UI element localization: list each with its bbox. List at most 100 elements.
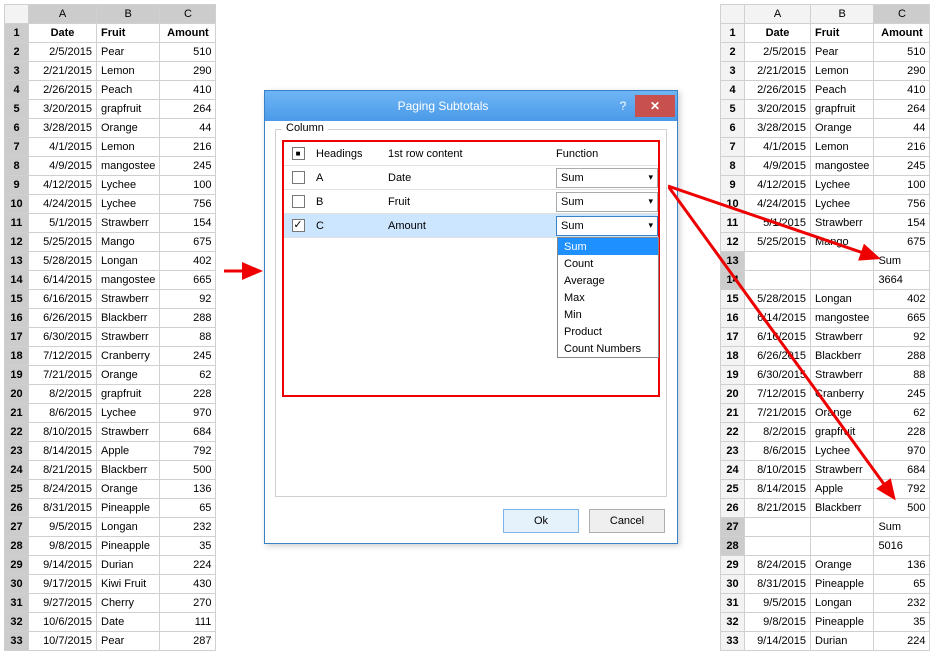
table-row[interactable]: 32/21/2015Lemon290 <box>721 62 930 81</box>
table-row[interactable]: 74/1/2015Lemon216 <box>5 138 216 157</box>
cell-fruit[interactable]: Peach <box>97 81 160 100</box>
table-row[interactable]: 329/8/2015Pineapple35 <box>721 613 930 632</box>
row-hdr[interactable]: 5 <box>721 100 745 119</box>
cell-amount[interactable]: 65 <box>160 499 216 518</box>
table-row[interactable]: 53/20/2015grapfruit264 <box>721 100 930 119</box>
row-hdr[interactable]: 25 <box>5 480 29 499</box>
cell-date[interactable]: 4/9/2015 <box>745 157 811 176</box>
cell-date[interactable]: 4/9/2015 <box>29 157 97 176</box>
cell-amount[interactable]: 410 <box>160 81 216 100</box>
row-hdr[interactable]: 17 <box>721 328 745 347</box>
row-hdr[interactable]: 4 <box>5 81 29 100</box>
row-hdr[interactable]: 6 <box>721 119 745 138</box>
cell-fruit[interactable]: Pear <box>97 632 160 651</box>
table-row[interactable]: 104/24/2015Lychee756 <box>5 195 216 214</box>
row-hdr[interactable]: 30 <box>5 575 29 594</box>
cell-amount[interactable]: 290 <box>160 62 216 81</box>
row-hdr[interactable]: 31 <box>5 594 29 613</box>
cell-fruit[interactable]: Blackberr <box>97 309 160 328</box>
function-option[interactable]: Count <box>558 255 658 272</box>
row-hdr[interactable]: 8 <box>5 157 29 176</box>
table-row[interactable]: 339/14/2015Durian224 <box>721 632 930 651</box>
grid-row-C[interactable]: CAmountSum▾SumCountAverageMaxMinProductC… <box>284 214 658 238</box>
row-hdr[interactable]: 3 <box>721 62 745 81</box>
row-hdr[interactable]: 14 <box>721 271 745 290</box>
cell-fruit[interactable]: Lemon <box>97 138 160 157</box>
table-row[interactable]: 268/21/2015Blackberr500 <box>721 499 930 518</box>
cell-amount[interactable]: 430 <box>160 575 216 594</box>
cell-fruit[interactable]: Blackberr <box>811 499 874 518</box>
col-C-r[interactable]: C <box>874 5 930 24</box>
cell-fruit[interactable]: Cherry <box>97 594 160 613</box>
row-hdr[interactable]: 15 <box>5 290 29 309</box>
row-hdr[interactable]: 11 <box>5 214 29 233</box>
col-A[interactable]: A <box>29 5 97 24</box>
cell-amount[interactable]: 245 <box>160 347 216 366</box>
row-hdr[interactable]: 9 <box>721 176 745 195</box>
cell-fruit[interactable]: Lemon <box>97 62 160 81</box>
cell-amount[interactable]: 792 <box>874 480 930 499</box>
table-row[interactable]: 268/31/2015Pineapple65 <box>5 499 216 518</box>
table-row[interactable]: 135/28/2015Longan402 <box>5 252 216 271</box>
cell-date[interactable]: 4/24/2015 <box>29 195 97 214</box>
cell-fruit[interactable]: mangostee <box>97 157 160 176</box>
table-row[interactable]: 14 3664 <box>721 271 930 290</box>
table-row[interactable]: 258/14/2015Apple792 <box>721 480 930 499</box>
row-hdr[interactable]: 28 <box>5 537 29 556</box>
cell-fruit[interactable] <box>811 518 874 537</box>
row-hdr[interactable]: 16 <box>721 309 745 328</box>
cell-amount[interactable]: 500 <box>874 499 930 518</box>
cell-date[interactable]: 2/21/2015 <box>29 62 97 81</box>
cell-date[interactable]: 9/5/2015 <box>29 518 97 537</box>
row-hdr[interactable]: 20 <box>721 385 745 404</box>
row-hdr[interactable]: 2 <box>721 43 745 62</box>
cell-date[interactable]: 7/21/2015 <box>29 366 97 385</box>
header-fruit[interactable]: Fruit <box>97 24 160 43</box>
cell-fruit[interactable]: Longan <box>97 252 160 271</box>
cell-fruit[interactable]: Lychee <box>97 176 160 195</box>
table-row[interactable]: 155/28/2015Longan402 <box>721 290 930 309</box>
function-option[interactable]: Sum <box>558 238 658 255</box>
row-hdr[interactable]: 18 <box>5 347 29 366</box>
table-row[interactable]: 156/16/2015Strawberr92 <box>5 290 216 309</box>
table-row[interactable]: 258/24/2015Orange136 <box>5 480 216 499</box>
table-row[interactable]: 22/5/2015Pear510 <box>721 43 930 62</box>
function-option[interactable]: Count Numbers <box>558 340 658 357</box>
cell-fruit[interactable]: Pineapple <box>811 613 874 632</box>
cell-amount[interactable]: 3664 <box>874 271 930 290</box>
cell-date[interactable]: 7/12/2015 <box>745 385 811 404</box>
ok-button[interactable]: Ok <box>503 509 579 533</box>
dialog-titlebar[interactable]: Paging Subtotals ? ✕ <box>265 91 677 121</box>
cell-fruit[interactable]: Pineapple <box>97 537 160 556</box>
cell-amount[interactable]: 44 <box>874 119 930 138</box>
row-hdr[interactable]: 19 <box>5 366 29 385</box>
table-row[interactable]: 74/1/2015Lemon216 <box>721 138 930 157</box>
cell-date[interactable]: 9/8/2015 <box>29 537 97 556</box>
row-hdr[interactable]: 16 <box>5 309 29 328</box>
cell-fruit[interactable]: Orange <box>97 480 160 499</box>
table-row[interactable]: 84/9/2015mangostee245 <box>5 157 216 176</box>
cell-date[interactable]: 6/30/2015 <box>29 328 97 347</box>
cell-date[interactable]: 5/25/2015 <box>29 233 97 252</box>
table-row[interactable]: 309/17/2015Kiwi Fruit430 <box>5 575 216 594</box>
row-hdr[interactable]: 27 <box>5 518 29 537</box>
table-row[interactable]: 166/14/2015mangostee665 <box>721 309 930 328</box>
cell-date[interactable] <box>745 537 811 556</box>
cell-amount[interactable]: 216 <box>160 138 216 157</box>
cell-date[interactable]: 9/14/2015 <box>29 556 97 575</box>
cell-date[interactable]: 9/27/2015 <box>29 594 97 613</box>
cell-date[interactable] <box>745 518 811 537</box>
cell-date[interactable]: 7/21/2015 <box>745 404 811 423</box>
cell-amount[interactable]: 5016 <box>874 537 930 556</box>
cell-date[interactable]: 8/31/2015 <box>29 499 97 518</box>
cell-fruit[interactable]: Date <box>97 613 160 632</box>
row-hdr[interactable]: 30 <box>721 575 745 594</box>
header-fruit-r[interactable]: Fruit <box>811 24 874 43</box>
table-row[interactable]: 22/5/2015Pear510 <box>5 43 216 62</box>
header-amount[interactable]: Amount <box>160 24 216 43</box>
cell-amount[interactable]: 290 <box>874 62 930 81</box>
row-hdr[interactable]: 12 <box>721 233 745 252</box>
row-hdr[interactable]: 8 <box>721 157 745 176</box>
toggle-all-checkbox[interactable] <box>292 147 305 160</box>
cell-fruit[interactable]: Mango <box>97 233 160 252</box>
